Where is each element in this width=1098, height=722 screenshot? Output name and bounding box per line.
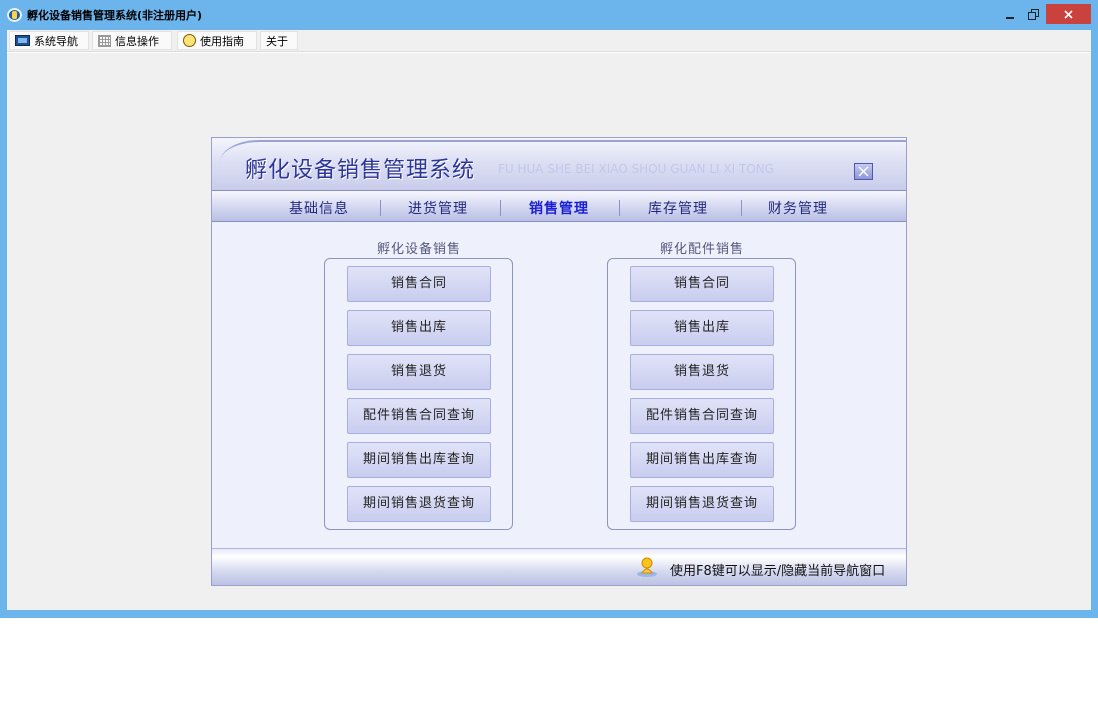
group-equipment-sales: 销售合同 销售出库 销售退货 配件销售合同查询 期间销售出库查询 期间销售退货查… <box>324 258 513 530</box>
group-title-equipment-sales: 孵化设备销售 <box>376 242 461 257</box>
window-title: 孵化设备销售管理系统(非注册用户) <box>27 9 203 22</box>
footer-hint: 使用F8键可以显示/隐藏当前导航窗口 <box>670 564 886 579</box>
panel-pinyin-subtitle: FU HUA SHE BEI XIAO SHOU GUAN LI XI TONG <box>498 162 774 176</box>
menu-system-nav[interactable]: 系统导航 <box>9 31 89 50</box>
parts-sales-return-button[interactable]: 销售退货 <box>630 354 774 390</box>
title-bar[interactable]: 孵化设备销售管理系统(非注册用户) <box>0 0 1098 30</box>
contract-query-button[interactable]: 配件销售合同查询 <box>347 398 491 434</box>
menu-info-ops[interactable]: 信息操作 <box>92 31 172 50</box>
tab-separator <box>380 200 381 216</box>
tab-separator <box>500 200 501 216</box>
parts-sales-contract-button[interactable]: 销售合同 <box>630 266 774 302</box>
guide-icon <box>183 34 196 47</box>
sales-contract-button[interactable]: 销售合同 <box>347 266 491 302</box>
menu-label: 系统导航 <box>34 34 78 48</box>
parts-period-outbound-query-button[interactable]: 期间销售出库查询 <box>630 442 774 478</box>
tab-finance[interactable]: 财务管理 <box>768 198 828 218</box>
menu-bar: 系统导航 信息操作 使用指南 关于 <box>7 30 1091 53</box>
tab-sales[interactable]: 销售管理 <box>529 198 589 218</box>
close-button[interactable] <box>1046 4 1091 24</box>
parts-period-return-query-button[interactable]: 期间销售退货查询 <box>630 486 774 522</box>
monitor-icon <box>15 35 30 46</box>
close-icon <box>1064 10 1073 19</box>
parts-sales-outbound-button[interactable]: 销售出库 <box>630 310 774 346</box>
sales-return-button[interactable]: 销售退货 <box>347 354 491 390</box>
minimize-button[interactable] <box>1000 4 1022 24</box>
tab-separator <box>619 200 620 216</box>
tab-separator <box>741 200 742 216</box>
menu-user-guide[interactable]: 使用指南 <box>177 31 257 50</box>
panel-tabs: 基础信息 进货管理 销售管理 库存管理 财务管理 <box>212 190 906 222</box>
panel-footer: 使用F8键可以显示/隐藏当前导航窗口 <box>212 548 906 585</box>
app-icon[interactable] <box>7 8 22 22</box>
tab-inventory[interactable]: 库存管理 <box>648 198 708 218</box>
menu-label: 关于 <box>266 34 288 48</box>
menu-label: 信息操作 <box>115 34 159 48</box>
panel-title: 孵化设备销售管理系统 <box>245 158 476 183</box>
tab-basic-info[interactable]: 基础信息 <box>289 198 349 218</box>
menu-label: 使用指南 <box>200 34 244 48</box>
navigation-panel: 孵化设备销售管理系统 FU HUA SHE BEI XIAO SHOU GUAN… <box>211 137 907 586</box>
sales-outbound-button[interactable]: 销售出库 <box>347 310 491 346</box>
panel-header: 孵化设备销售管理系统 FU HUA SHE BEI XIAO SHOU GUAN… <box>212 138 906 190</box>
panel-close-button[interactable] <box>854 163 873 180</box>
parts-contract-query-button[interactable]: 配件销售合同查询 <box>630 398 774 434</box>
period-return-query-button[interactable]: 期间销售退货查询 <box>347 486 491 522</box>
period-outbound-query-button[interactable]: 期间销售出库查询 <box>347 442 491 478</box>
group-parts-sales: 销售合同 销售出库 销售退货 配件销售合同查询 期间销售出库查询 期间销售退货查… <box>607 258 796 530</box>
menu-about[interactable]: 关于 <box>260 31 298 50</box>
restore-button[interactable] <box>1022 4 1044 24</box>
tab-purchase[interactable]: 进货管理 <box>408 198 468 218</box>
group-title-parts-sales: 孵化配件销售 <box>659 242 744 257</box>
close-icon <box>858 166 869 177</box>
grid-icon <box>98 34 111 47</box>
user-hint-icon <box>637 557 657 577</box>
